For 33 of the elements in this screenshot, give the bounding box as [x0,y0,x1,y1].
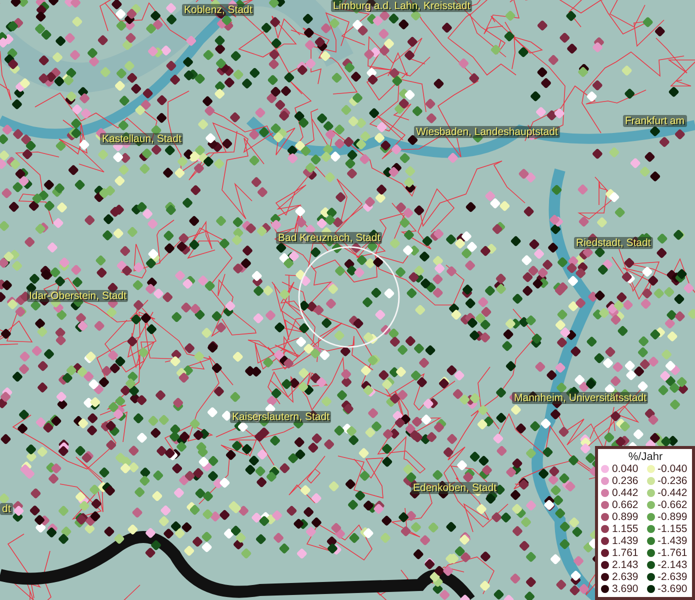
legend-label: -2.143 [658,559,688,571]
legend-label: 3.690 [612,583,638,595]
legend-label: -1.761 [658,547,688,559]
legend-label: -0.040 [658,463,688,475]
place-label: Kastellaun, Stadt [100,133,184,145]
place-label: Riedstadt, Stadt [574,237,653,249]
place-label: Idar-Oberstein, Stadt [27,290,128,302]
legend-label: 1.439 [612,535,638,547]
place-label: Bad Kreuznach, Stadt [276,232,382,244]
legend-label: 0.662 [612,499,638,511]
place-label: Limburg a.d. Lahn, Kreisstadt [331,0,472,12]
legend-label: 0.236 [612,475,638,487]
legend-label: 1.761 [612,547,638,559]
place-label: Wiesbaden, Landeshauptstadt [414,126,560,138]
place-label: Koblenz, Stadt [182,4,254,16]
legend-label: 2.143 [612,559,638,571]
place-label: dt [0,503,13,515]
legend-label: -1.155 [658,523,688,535]
legend-label: 1.155 [612,523,638,535]
legend-label: 0.040 [612,463,638,475]
legend-label: -1.439 [658,535,688,547]
legend-label: -2.639 [658,571,688,583]
legend-label: 0.899 [612,511,638,523]
legend-label: -0.662 [658,499,688,511]
legend-label: 0.442 [612,487,638,499]
legend-label: -3.690 [658,583,688,595]
legend-label: -0.899 [658,511,688,523]
place-label: Frankfurt am [623,115,687,127]
legend-label: -0.236 [658,475,688,487]
place-label: Kaiserslautern, Stadt [230,411,332,423]
legend-title: %/Jahr [627,451,664,463]
legend-label: -0.442 [658,487,688,499]
legend-label: 2.639 [612,571,638,583]
